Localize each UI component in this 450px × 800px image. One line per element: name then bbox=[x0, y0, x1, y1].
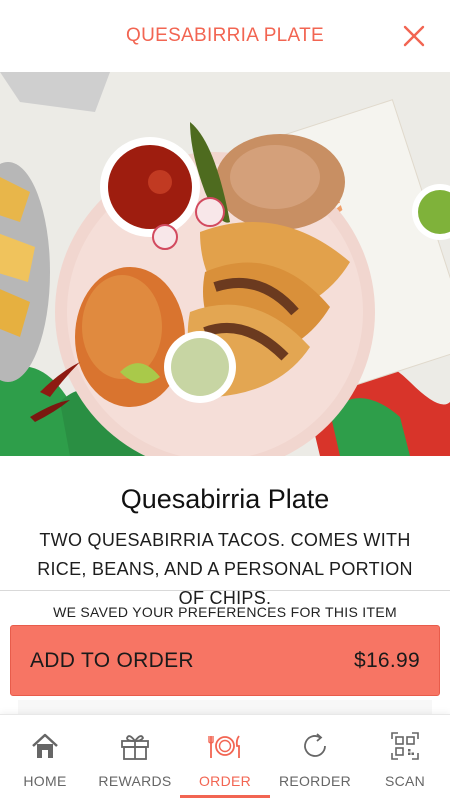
nav-label-order: ORDER bbox=[198, 773, 252, 789]
header: QUESABIRRIA PLATE bbox=[0, 0, 450, 72]
product-description: TWO QUESABIRRIA TACOS. COMES WITH RICE, … bbox=[37, 530, 413, 608]
nav-label-home: HOME bbox=[23, 773, 67, 789]
page-title: QUESABIRRIA PLATE bbox=[126, 25, 324, 46]
add-to-order-button[interactable]: ADD TO ORDER $16.99 bbox=[10, 625, 440, 696]
divider bbox=[0, 590, 450, 591]
nav-label-rewards: REWARDS bbox=[98, 773, 172, 789]
plate-utensils-icon bbox=[208, 729, 242, 763]
nav-label-scan: SCAN bbox=[384, 773, 426, 789]
nav-item-scan[interactable]: SCAN bbox=[360, 715, 450, 800]
nav-item-home[interactable]: HOME bbox=[0, 715, 90, 800]
qr-code-icon bbox=[388, 729, 422, 763]
nav-item-order[interactable]: ORDER bbox=[180, 715, 270, 800]
product-name: Quesabirria Plate bbox=[120, 484, 330, 514]
close-icon[interactable] bbox=[402, 24, 426, 48]
nav-item-reorder[interactable]: REORDER bbox=[270, 715, 360, 800]
content-strip bbox=[18, 700, 432, 714]
reorder-icon bbox=[298, 729, 332, 763]
preferences-saved-note: WE SAVED YOUR PREFERENCES FOR THIS ITEM bbox=[53, 604, 397, 620]
add-to-order-label: ADD TO ORDER bbox=[30, 648, 194, 672]
nav-item-rewards[interactable]: REWARDS bbox=[90, 715, 180, 800]
product-image: INVICTO bbox=[0, 72, 450, 456]
home-icon bbox=[28, 729, 62, 763]
price: $16.99 bbox=[353, 648, 420, 672]
gift-icon bbox=[118, 729, 152, 763]
bottom-nav: HOME REWARDS ORDER REORDER SCAN bbox=[0, 714, 450, 800]
nav-label-reorder: REORDER bbox=[278, 773, 352, 789]
